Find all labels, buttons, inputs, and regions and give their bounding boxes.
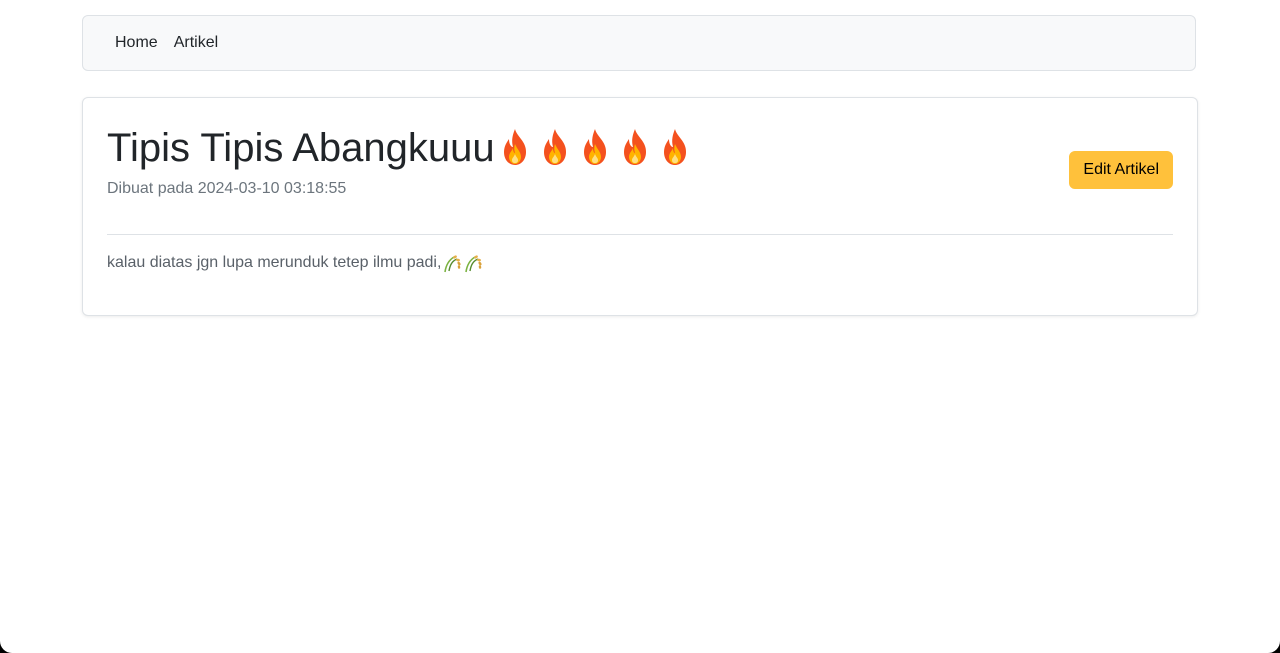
nav-link-home[interactable]: Home	[115, 34, 158, 52]
fire-emoji-group	[495, 129, 695, 168]
article-timestamp: Dibuat pada 2024-03-10 03:18:55	[107, 180, 347, 197]
edit-article-button[interactable]: Edit Artikel	[1069, 151, 1173, 189]
fire-icon	[623, 129, 646, 166]
article-title-text: Tipis Tipis Abangkuuu	[107, 126, 495, 170]
fire-icon	[543, 129, 566, 166]
fire-icon	[583, 129, 606, 166]
browser-viewport: Home Artikel Tipis Tipis Abangkuuu Dibua…	[0, 0, 1280, 653]
fire-icon	[663, 129, 686, 166]
rice-icon	[444, 255, 461, 273]
article-body-text: kalau diatas jgn lupa merunduk tetep ilm…	[107, 254, 442, 271]
article-title: Tipis Tipis Abangkuuu	[107, 124, 695, 172]
nav-link-artikel[interactable]: Artikel	[174, 34, 218, 52]
article-body: kalau diatas jgn lupa merunduk tetep ilm…	[107, 253, 483, 273]
fire-icon	[503, 129, 526, 166]
article-card: Tipis Tipis Abangkuuu Dibuat pada 2024-0…	[82, 97, 1198, 316]
navbar: Home Artikel	[82, 15, 1196, 71]
rice-icon	[465, 255, 482, 273]
divider	[107, 234, 1173, 235]
